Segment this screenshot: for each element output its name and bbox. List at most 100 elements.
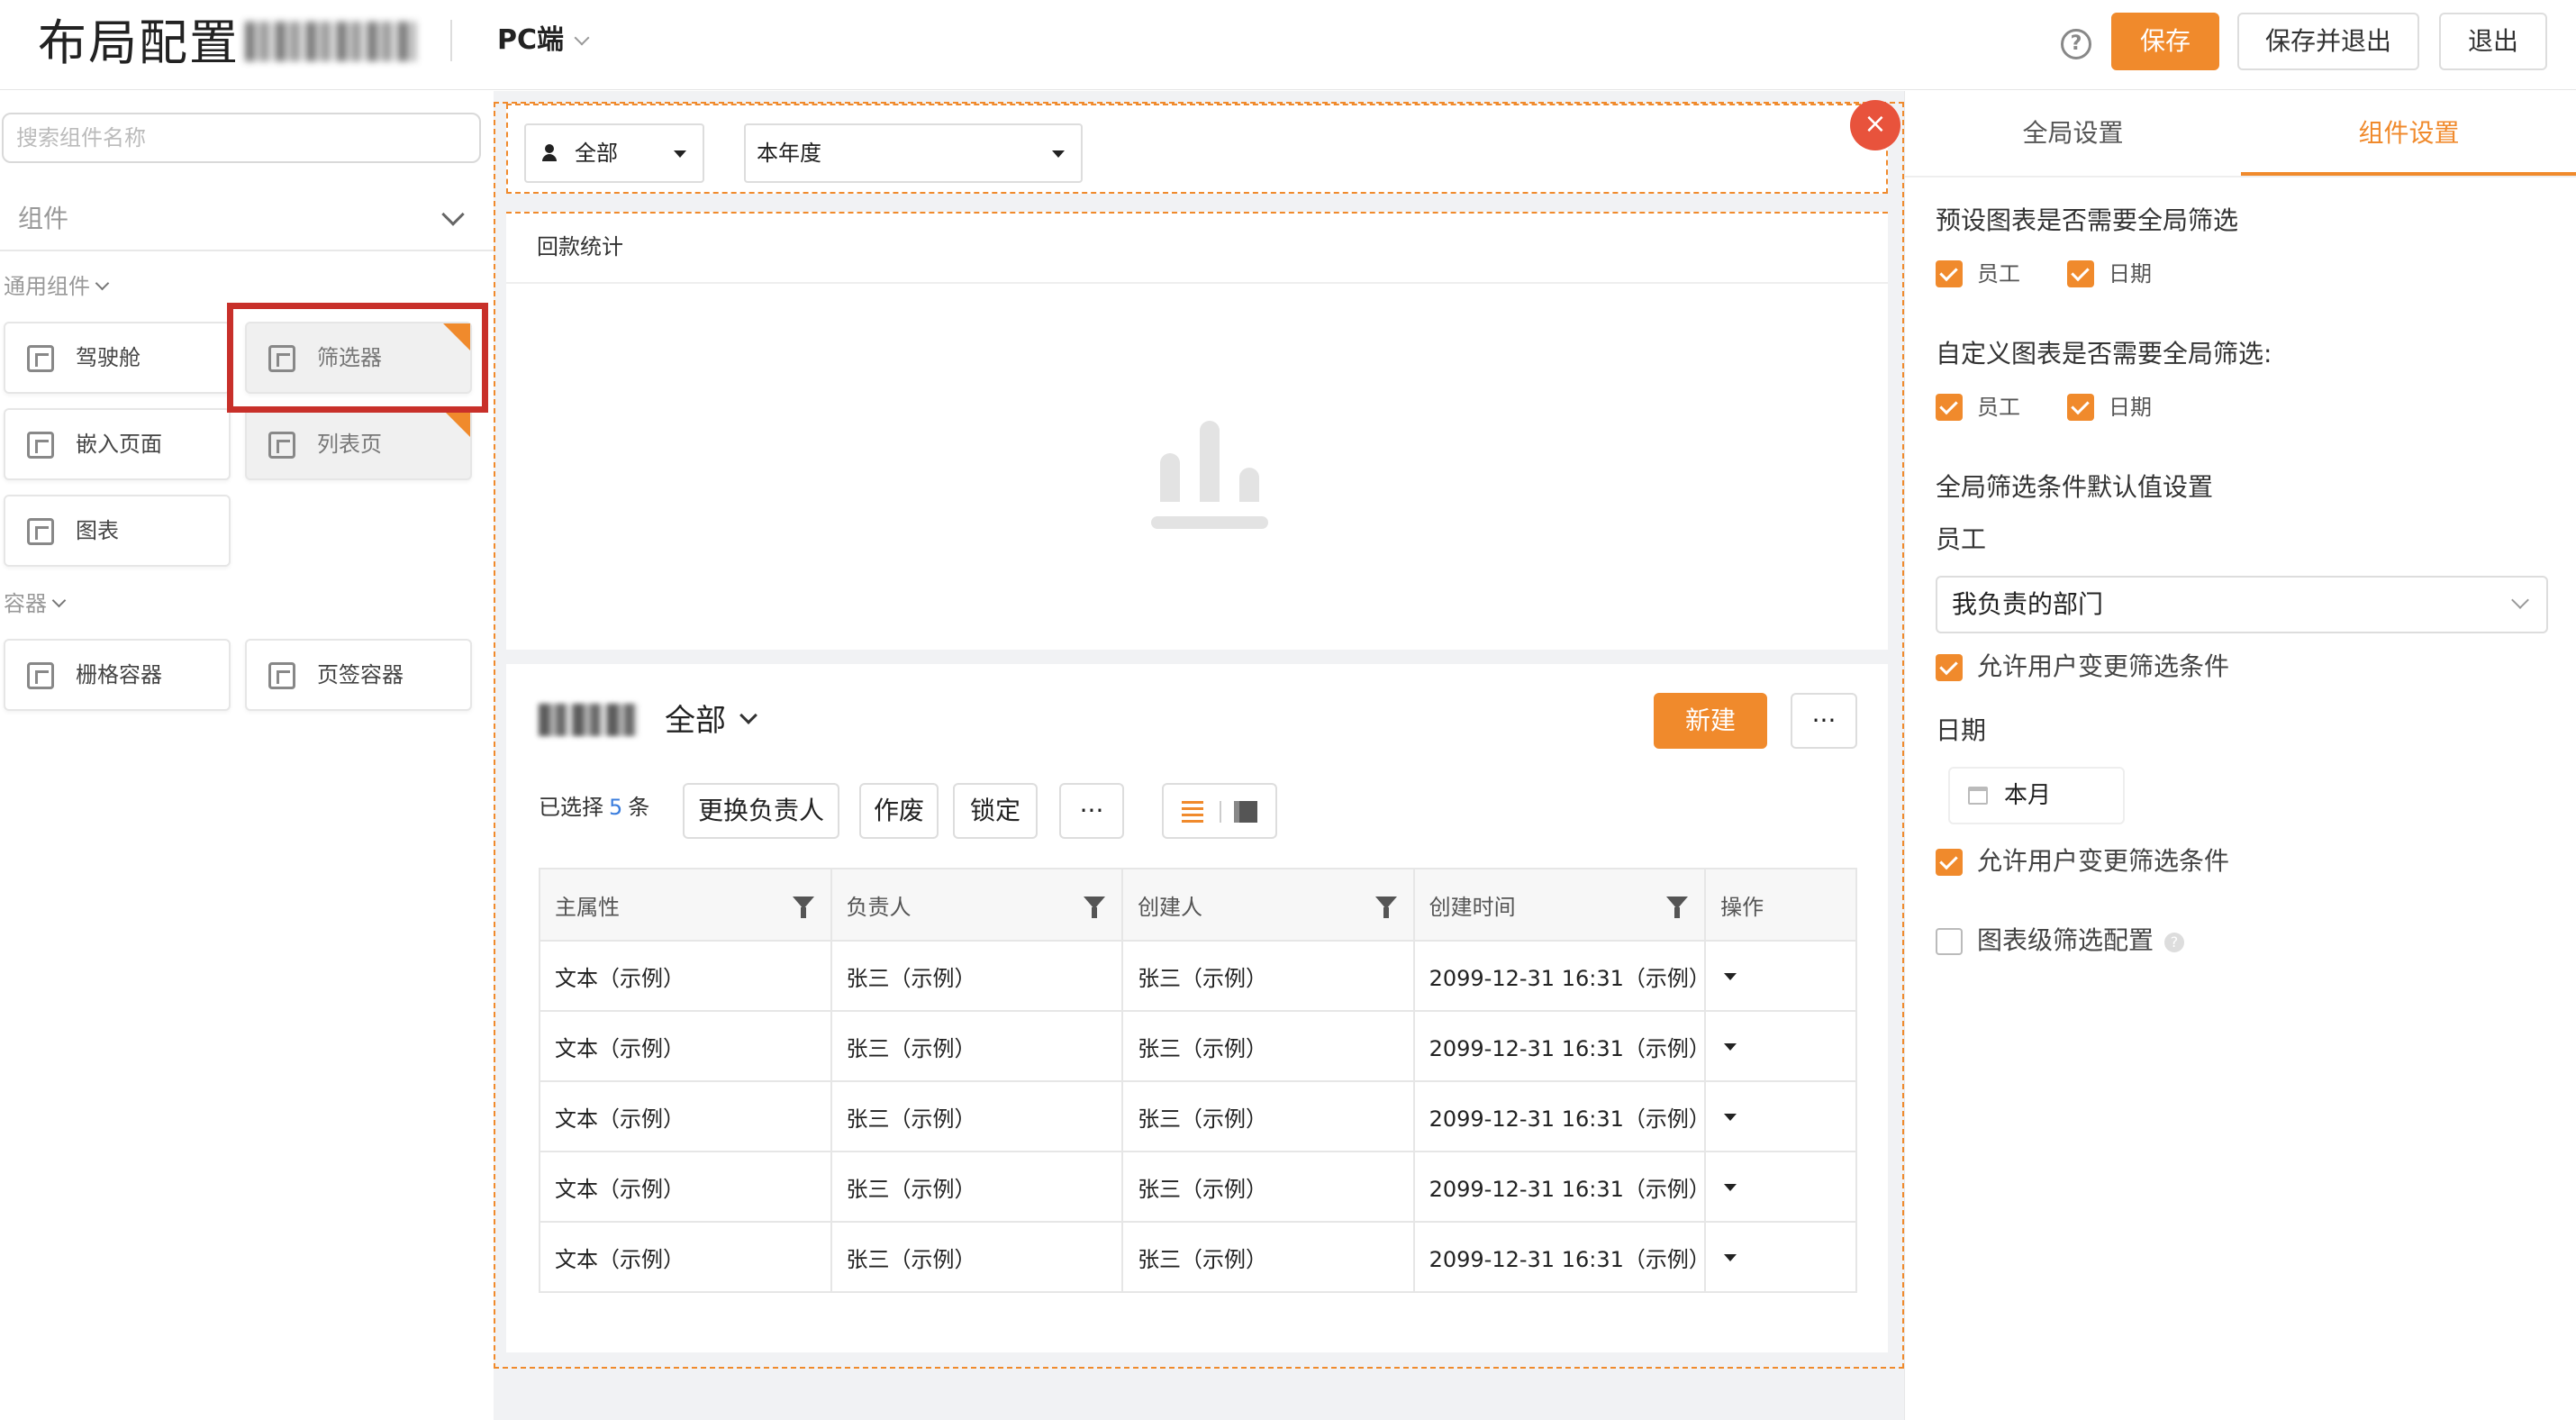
default-values-label: 全局筛选条件默认值设置: [1936, 472, 2214, 502]
cell: 文本（示例）: [539, 1010, 832, 1082]
component-icon: [27, 345, 54, 372]
cell: 文本（示例）: [539, 1080, 832, 1152]
chart-title: 回款统计: [537, 234, 623, 259]
filter-icon[interactable]: [1666, 897, 1689, 918]
period-filter-select[interactable]: 本年度: [744, 123, 1083, 183]
list-scope-select[interactable]: 全部: [665, 700, 757, 742]
tab-global-settings[interactable]: 全局设置: [1905, 91, 2241, 176]
column-header[interactable]: 创建时间: [1412, 868, 1707, 942]
checkbox-custom-date[interactable]: [2067, 394, 2094, 421]
table-row[interactable]: 文本（示例） 张三（示例） 张三（示例） 2099-12-31 16:31（示例）: [539, 1221, 1857, 1293]
component-grid-container[interactable]: 栅格容器: [4, 639, 231, 711]
tab-component-settings[interactable]: 组件设置: [2241, 91, 2576, 176]
redacted-list-name: [539, 704, 638, 736]
cell: 张三（示例）: [830, 1151, 1124, 1223]
cell: 2099-12-31 16:31（示例）: [1412, 1151, 1710, 1223]
table-row[interactable]: 文本（示例） 张三（示例） 张三（示例） 2099-12-31 16:31（示例）: [539, 940, 1857, 1012]
layout-canvas: 全部 本年度 × 回款统计 全部 新建 ··· 已选择 5 条 更换负责人 作废 锁…: [494, 91, 1904, 1420]
table-row[interactable]: 文本（示例） 张三（示例） 张三（示例） 2099-12-31 16:31（示例）: [539, 1151, 1857, 1223]
checkbox-preset-date[interactable]: [2067, 260, 2094, 287]
checkbox-custom-employee[interactable]: [1936, 394, 1963, 421]
component-icon: [268, 432, 295, 459]
cell: 张三（示例）: [830, 1010, 1124, 1082]
checkbox-allow-employee-change[interactable]: [1936, 654, 1963, 681]
column-header[interactable]: 主属性: [539, 868, 832, 942]
checkbox-preset-employee[interactable]: [1936, 260, 1963, 287]
exit-button[interactable]: 退出: [2439, 13, 2547, 70]
preset-chart-filter-label: 预设图表是否需要全局筛选: [1936, 205, 2239, 235]
more-button[interactable]: ···: [1791, 693, 1857, 749]
caret-down-icon[interactable]: [1724, 1043, 1737, 1051]
search-input[interactable]: 搜索组件名称: [2, 113, 481, 163]
column-header: 操作: [1704, 868, 1857, 942]
platform-select[interactable]: PC端: [497, 22, 590, 59]
row-actions[interactable]: [1704, 940, 1857, 1012]
cell: 张三（示例）: [1121, 940, 1415, 1012]
new-button[interactable]: 新建: [1654, 693, 1767, 749]
more-actions-button[interactable]: ···: [1059, 783, 1124, 839]
table-row[interactable]: 文本（示例） 张三（示例） 张三（示例） 2099-12-31 16:31（示例）: [539, 1010, 1857, 1082]
component-embed-page[interactable]: 嵌入页面: [4, 408, 231, 480]
cell: 张三（示例）: [830, 1080, 1124, 1152]
table-row[interactable]: 文本（示例） 张三（示例） 张三（示例） 2099-12-31 16:31（示例）: [539, 1080, 1857, 1152]
chevron-down-icon: [2511, 591, 2529, 609]
row-actions[interactable]: [1704, 1151, 1857, 1223]
change-owner-button[interactable]: 更换负责人: [683, 783, 839, 839]
caret-down-icon[interactable]: [1724, 1184, 1737, 1191]
date-label: 日期: [1936, 715, 1987, 745]
caret-down-icon[interactable]: [1724, 1114, 1737, 1121]
help-icon[interactable]: ?: [2061, 29, 2091, 59]
custom-chart-filter-label: 自定义图表是否需要全局筛选:: [1936, 339, 2272, 369]
component-cockpit[interactable]: 驾驶舱: [4, 322, 231, 394]
component-chart[interactable]: 图表: [4, 495, 231, 567]
close-icon[interactable]: ×: [1850, 100, 1900, 150]
checkbox-chart-level-filter[interactable]: [1936, 928, 1963, 955]
caret-down-icon[interactable]: [1724, 973, 1737, 980]
cell: 2099-12-31 16:31（示例）: [1412, 1080, 1710, 1152]
save-exit-button[interactable]: 保存并退出: [2237, 13, 2419, 70]
caret-down-icon[interactable]: [1724, 1254, 1737, 1261]
cell: 张三（示例）: [830, 940, 1124, 1012]
list-page-card[interactable]: 全部 新建 ··· 已选择 5 条 更换负责人 作废 锁定 ··· 主属性 负责人 …: [506, 664, 1888, 1352]
employee-label: 员工: [1936, 524, 1987, 554]
caret-down-icon: [674, 150, 686, 158]
highlight-annotation: [227, 303, 488, 413]
divider: [506, 282, 1888, 284]
void-button[interactable]: 作废: [859, 783, 939, 839]
chart-card[interactable]: 回款统计: [506, 212, 1888, 650]
row-actions[interactable]: [1704, 1080, 1857, 1152]
group-container[interactable]: 容器: [4, 588, 67, 619]
row-actions[interactable]: [1704, 1221, 1857, 1293]
component-type-select[interactable]: 组件: [0, 187, 494, 251]
global-filter-bar[interactable]: 全部 本年度: [506, 104, 1888, 194]
component-tab-container[interactable]: 页签容器: [245, 639, 472, 711]
allow-change-employee[interactable]: 允许用户变更筛选条件: [1936, 651, 2229, 682]
date-default-picker[interactable]: 本月: [1948, 767, 2125, 824]
view-toggle[interactable]: [1162, 783, 1277, 839]
table-header-row: 主属性 负责人 创建人 创建时间 操作: [539, 868, 1857, 942]
allow-change-date[interactable]: 允许用户变更筛选条件: [1936, 846, 2229, 877]
chevron-down-icon: [51, 593, 67, 608]
save-button[interactable]: 保存: [2111, 13, 2219, 70]
list-view-icon[interactable]: [1182, 801, 1203, 823]
group-general[interactable]: 通用组件: [4, 271, 110, 302]
filter-icon[interactable]: [1084, 897, 1106, 918]
card-view-icon[interactable]: [1234, 801, 1257, 823]
employee-filter-select[interactable]: 全部: [524, 123, 704, 183]
filter-icon[interactable]: [1374, 897, 1397, 918]
filter-icon[interactable]: [792, 897, 814, 918]
chart-level-filter[interactable]: 图表级筛选配置?: [1936, 925, 2185, 956]
info-icon[interactable]: ?: [2164, 933, 2185, 952]
row-actions[interactable]: [1704, 1010, 1857, 1082]
component-icon: [27, 432, 54, 459]
checkbox-allow-date-change[interactable]: [1936, 849, 1963, 876]
component-icon: [27, 518, 54, 545]
component-list-page[interactable]: 列表页: [245, 408, 472, 480]
chevron-down-icon: [739, 706, 757, 724]
header: 布局配置 PC端 ? 保存 保存并退出 退出: [0, 0, 2576, 90]
employee-default-select[interactable]: 我负责的部门: [1936, 576, 2548, 633]
column-header[interactable]: 负责人: [830, 868, 1124, 942]
lock-button[interactable]: 锁定: [953, 783, 1038, 839]
column-header[interactable]: 创建人: [1121, 868, 1415, 942]
divider: [1905, 176, 2576, 178]
